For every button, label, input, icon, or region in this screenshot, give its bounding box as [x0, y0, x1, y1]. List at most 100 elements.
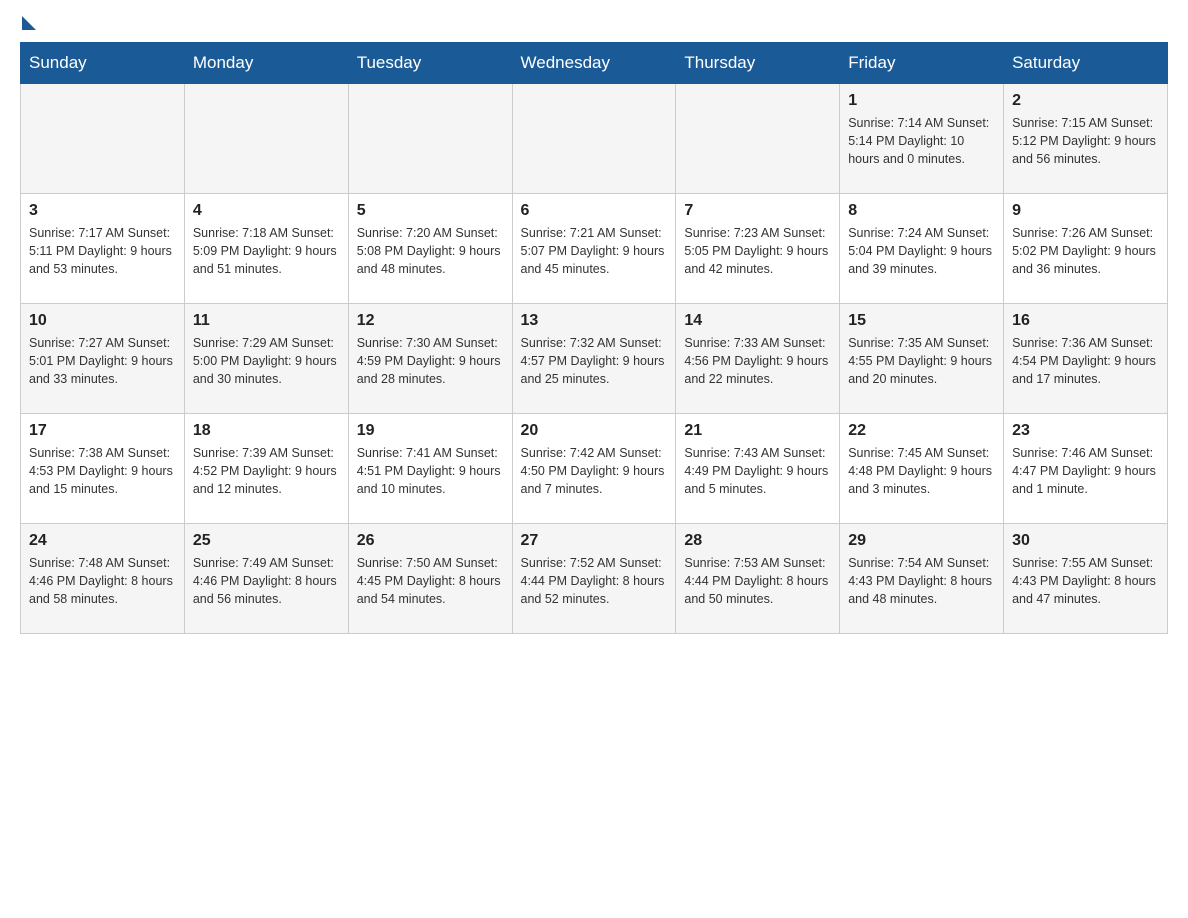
day-info: Sunrise: 7:55 AM Sunset: 4:43 PM Dayligh… — [1012, 554, 1159, 608]
day-info: Sunrise: 7:23 AM Sunset: 5:05 PM Dayligh… — [684, 224, 831, 278]
day-number: 25 — [193, 532, 340, 550]
day-info: Sunrise: 7:17 AM Sunset: 5:11 PM Dayligh… — [29, 224, 176, 278]
day-info: Sunrise: 7:50 AM Sunset: 4:45 PM Dayligh… — [357, 554, 504, 608]
day-info: Sunrise: 7:53 AM Sunset: 4:44 PM Dayligh… — [684, 554, 831, 608]
calendar-cell: 18 Sunrise: 7:39 AM Sunset: 4:52 PM Dayli… — [184, 414, 348, 524]
day-info: Sunrise: 7:54 AM Sunset: 4:43 PM Dayligh… — [848, 554, 995, 608]
column-header-sunday: Sunday — [21, 43, 185, 84]
calendar-cell: 27 Sunrise: 7:52 AM Sunset: 4:44 PM Dayli… — [512, 524, 676, 634]
day-info: Sunrise: 7:38 AM Sunset: 4:53 PM Dayligh… — [29, 444, 176, 498]
calendar-cell: 29 Sunrise: 7:54 AM Sunset: 4:43 PM Dayli… — [840, 524, 1004, 634]
day-number: 22 — [848, 422, 995, 440]
day-number: 28 — [684, 532, 831, 550]
calendar-cell: 10 Sunrise: 7:27 AM Sunset: 5:01 PM Dayli… — [21, 304, 185, 414]
calendar-week-2: 3 Sunrise: 7:17 AM Sunset: 5:11 PM Daylig… — [21, 194, 1168, 304]
day-info: Sunrise: 7:15 AM Sunset: 5:12 PM Dayligh… — [1012, 114, 1159, 168]
column-header-friday: Friday — [840, 43, 1004, 84]
day-info: Sunrise: 7:21 AM Sunset: 5:07 PM Dayligh… — [521, 224, 668, 278]
day-info: Sunrise: 7:48 AM Sunset: 4:46 PM Dayligh… — [29, 554, 176, 608]
day-number: 13 — [521, 312, 668, 330]
calendar-cell — [512, 84, 676, 194]
day-number: 19 — [357, 422, 504, 440]
day-info: Sunrise: 7:24 AM Sunset: 5:04 PM Dayligh… — [848, 224, 995, 278]
calendar-cell: 11Sunrise: 7:29 AM Sunset: 5:00 PM Dayli… — [184, 304, 348, 414]
calendar-week-1: 1 Sunrise: 7:14 AM Sunset: 5:14 PM Daylig… — [21, 84, 1168, 194]
day-number: 15 — [848, 312, 995, 330]
calendar-cell: 22 Sunrise: 7:45 AM Sunset: 4:48 PM Dayli… — [840, 414, 1004, 524]
day-number: 12 — [357, 312, 504, 330]
day-info: Sunrise: 7:49 AM Sunset: 4:46 PM Dayligh… — [193, 554, 340, 608]
day-number: 6 — [521, 202, 668, 220]
day-info: Sunrise: 7:41 AM Sunset: 4:51 PM Dayligh… — [357, 444, 504, 498]
day-number: 27 — [521, 532, 668, 550]
day-info: Sunrise: 7:27 AM Sunset: 5:01 PM Dayligh… — [29, 334, 176, 388]
calendar-cell: 3 Sunrise: 7:17 AM Sunset: 5:11 PM Daylig… — [21, 194, 185, 304]
day-info: Sunrise: 7:52 AM Sunset: 4:44 PM Dayligh… — [521, 554, 668, 608]
calendar-cell: 8 Sunrise: 7:24 AM Sunset: 5:04 PM Daylig… — [840, 194, 1004, 304]
column-header-saturday: Saturday — [1004, 43, 1168, 84]
calendar-week-5: 24 Sunrise: 7:48 AM Sunset: 4:46 PM Dayli… — [21, 524, 1168, 634]
calendar-cell: 24 Sunrise: 7:48 AM Sunset: 4:46 PM Dayli… — [21, 524, 185, 634]
day-info: Sunrise: 7:42 AM Sunset: 4:50 PM Dayligh… — [521, 444, 668, 498]
column-header-tuesday: Tuesday — [348, 43, 512, 84]
day-info: Sunrise: 7:18 AM Sunset: 5:09 PM Dayligh… — [193, 224, 340, 278]
day-info: Sunrise: 7:39 AM Sunset: 4:52 PM Dayligh… — [193, 444, 340, 498]
calendar-cell: 21Sunrise: 7:43 AM Sunset: 4:49 PM Dayli… — [676, 414, 840, 524]
calendar-cell: 2 Sunrise: 7:15 AM Sunset: 5:12 PM Daylig… — [1004, 84, 1168, 194]
day-info: Sunrise: 7:35 AM Sunset: 4:55 PM Dayligh… — [848, 334, 995, 388]
day-number: 14 — [684, 312, 831, 330]
calendar-cell: 14 Sunrise: 7:33 AM Sunset: 4:56 PM Dayli… — [676, 304, 840, 414]
day-number: 29 — [848, 532, 995, 550]
day-number: 5 — [357, 202, 504, 220]
calendar-cell: 13Sunrise: 7:32 AM Sunset: 4:57 PM Dayli… — [512, 304, 676, 414]
calendar-table: SundayMondayTuesdayWednesdayThursdayFrid… — [20, 42, 1168, 634]
day-number: 8 — [848, 202, 995, 220]
day-number: 2 — [1012, 92, 1159, 110]
calendar-week-3: 10 Sunrise: 7:27 AM Sunset: 5:01 PM Dayli… — [21, 304, 1168, 414]
day-number: 20 — [521, 422, 668, 440]
day-number: 26 — [357, 532, 504, 550]
day-info: Sunrise: 7:45 AM Sunset: 4:48 PM Dayligh… — [848, 444, 995, 498]
day-info: Sunrise: 7:33 AM Sunset: 4:56 PM Dayligh… — [684, 334, 831, 388]
calendar-cell — [21, 84, 185, 194]
day-info: Sunrise: 7:14 AM Sunset: 5:14 PM Dayligh… — [848, 114, 995, 168]
calendar-cell — [676, 84, 840, 194]
day-number: 10 — [29, 312, 176, 330]
day-info: Sunrise: 7:26 AM Sunset: 5:02 PM Dayligh… — [1012, 224, 1159, 278]
day-number: 7 — [684, 202, 831, 220]
logo-top — [20, 20, 36, 30]
day-number: 11 — [193, 312, 340, 330]
calendar-cell: 1 Sunrise: 7:14 AM Sunset: 5:14 PM Daylig… — [840, 84, 1004, 194]
calendar-cell: 30 Sunrise: 7:55 AM Sunset: 4:43 PM Dayli… — [1004, 524, 1168, 634]
calendar-cell: 25 Sunrise: 7:49 AM Sunset: 4:46 PM Dayli… — [184, 524, 348, 634]
day-number: 3 — [29, 202, 176, 220]
calendar-week-4: 17Sunrise: 7:38 AM Sunset: 4:53 PM Dayli… — [21, 414, 1168, 524]
calendar-cell: 19 Sunrise: 7:41 AM Sunset: 4:51 PM Dayli… — [348, 414, 512, 524]
day-number: 30 — [1012, 532, 1159, 550]
day-info: Sunrise: 7:20 AM Sunset: 5:08 PM Dayligh… — [357, 224, 504, 278]
calendar-cell — [184, 84, 348, 194]
day-number: 1 — [848, 92, 995, 110]
day-info: Sunrise: 7:46 AM Sunset: 4:47 PM Dayligh… — [1012, 444, 1159, 498]
calendar-cell: 4 Sunrise: 7:18 AM Sunset: 5:09 PM Daylig… — [184, 194, 348, 304]
calendar-cell — [348, 84, 512, 194]
calendar-cell: 7 Sunrise: 7:23 AM Sunset: 5:05 PM Daylig… — [676, 194, 840, 304]
calendar-cell: 23Sunrise: 7:46 AM Sunset: 4:47 PM Dayli… — [1004, 414, 1168, 524]
page-header — [20, 20, 1168, 26]
calendar-cell: 26 Sunrise: 7:50 AM Sunset: 4:45 PM Dayli… — [348, 524, 512, 634]
column-header-monday: Monday — [184, 43, 348, 84]
calendar-cell: 5 Sunrise: 7:20 AM Sunset: 5:08 PM Daylig… — [348, 194, 512, 304]
column-header-wednesday: Wednesday — [512, 43, 676, 84]
calendar-cell: 28 Sunrise: 7:53 AM Sunset: 4:44 PM Dayli… — [676, 524, 840, 634]
day-number: 24 — [29, 532, 176, 550]
day-number: 4 — [193, 202, 340, 220]
logo — [20, 20, 36, 26]
day-info: Sunrise: 7:36 AM Sunset: 4:54 PM Dayligh… — [1012, 334, 1159, 388]
calendar-cell: 16 Sunrise: 7:36 AM Sunset: 4:54 PM Dayli… — [1004, 304, 1168, 414]
day-info: Sunrise: 7:30 AM Sunset: 4:59 PM Dayligh… — [357, 334, 504, 388]
day-number: 18 — [193, 422, 340, 440]
calendar-header-row: SundayMondayTuesdayWednesdayThursdayFrid… — [21, 43, 1168, 84]
calendar-cell: 20 Sunrise: 7:42 AM Sunset: 4:50 PM Dayli… — [512, 414, 676, 524]
day-number: 16 — [1012, 312, 1159, 330]
day-number: 21 — [684, 422, 831, 440]
